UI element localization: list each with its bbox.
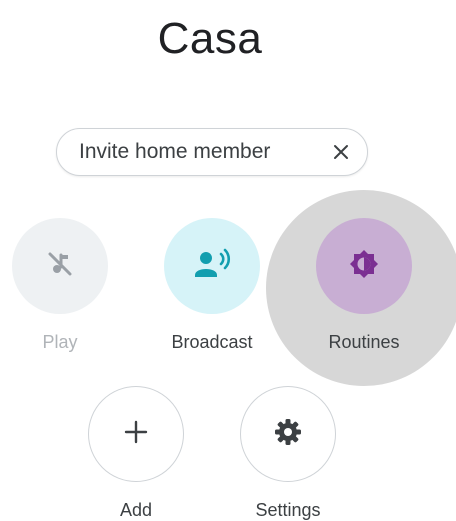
add-circle	[88, 386, 184, 482]
close-icon[interactable]	[329, 140, 353, 164]
gear-icon	[273, 417, 303, 452]
routines-button[interactable]: Routines	[316, 218, 412, 353]
add-button[interactable]: Add	[88, 386, 184, 521]
routines-label: Routines	[328, 332, 400, 352]
invite-chip-label: Invite home member	[79, 140, 271, 163]
settings-circle	[240, 386, 336, 482]
music-off-icon	[43, 247, 77, 286]
routines-circle	[316, 218, 412, 314]
invite-home-member-chip[interactable]: Invite home member	[56, 128, 368, 176]
broadcast-button[interactable]: Broadcast	[164, 218, 260, 353]
home-title: Casa	[157, 14, 263, 63]
broadcast-label: Broadcast	[171, 332, 253, 352]
routines-icon	[347, 247, 381, 286]
broadcast-icon	[192, 247, 232, 286]
settings-button[interactable]: Settings	[240, 386, 336, 521]
play-button[interactable]: Play	[12, 218, 108, 353]
plus-icon	[123, 419, 149, 450]
add-label: Add	[119, 500, 153, 520]
broadcast-circle	[164, 218, 260, 314]
play-circle	[12, 218, 108, 314]
play-label: Play	[42, 332, 78, 352]
settings-label: Settings	[255, 500, 321, 520]
